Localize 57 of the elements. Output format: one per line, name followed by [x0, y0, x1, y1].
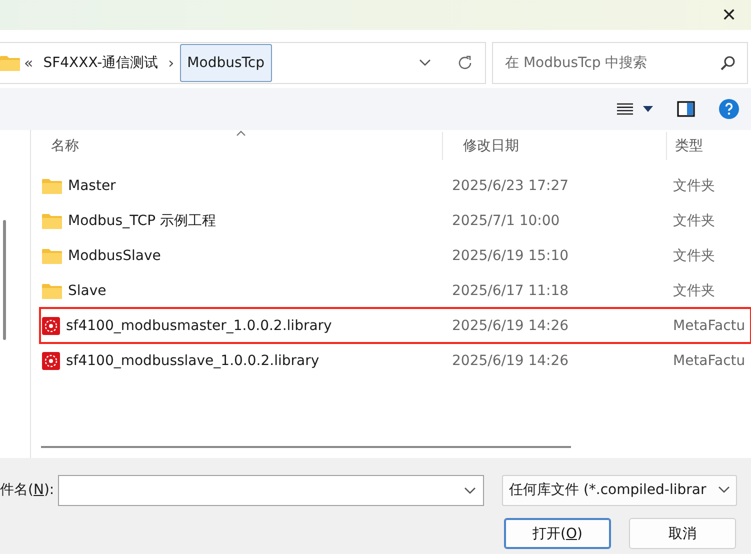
file-type: 文件夹	[673, 282, 716, 300]
file-name: Master	[68, 178, 116, 194]
dropdown-triangle-icon[interactable]	[643, 106, 653, 112]
help-icon[interactable]	[719, 99, 739, 119]
cancel-button[interactable]: 取消	[629, 518, 736, 549]
preview-pane-icon[interactable]	[677, 101, 695, 117]
column-header[interactable]: 修改日期	[443, 132, 667, 160]
file-row[interactable]: Modbus_TCP 示例工程 2025/7/1 10:00 文件夹	[40, 203, 751, 238]
file-type: 文件夹	[673, 246, 716, 264]
folder-icon	[42, 178, 62, 194]
file-row[interactable]: Master 2025/6/23 17:27 文件夹	[40, 168, 751, 203]
file-type: 文件夹	[673, 212, 716, 230]
search-icon[interactable]	[720, 55, 736, 71]
modified-date: 2025/6/19 14:26	[452, 318, 570, 334]
library-file-icon	[42, 352, 60, 370]
search-field[interactable]: 在 ModbusTcp 中搜索	[492, 42, 748, 84]
file-row[interactable]: sf4100_modbusmaster_1.0.0.2.library 2025/6/19 14:26 MetaFactu	[40, 308, 751, 343]
file-type-dropdown[interactable]: 任何库文件 (*.compiled-librar	[502, 474, 737, 506]
file-name: Modbus_TCP 示例工程	[68, 212, 216, 230]
view-list-icon[interactable]	[617, 103, 633, 115]
file-name: sf4100_modbusslave_1.0.0.2.library	[66, 352, 320, 368]
modified-date: 2025/6/19 15:10	[452, 248, 570, 264]
modified-date: 2025/6/23 17:27	[452, 178, 570, 194]
chevron-down-icon[interactable]	[718, 486, 730, 494]
scrollbar-thumb[interactable]	[3, 220, 6, 340]
close-button[interactable]: ✕	[707, 0, 751, 30]
folder-icon	[42, 212, 62, 228]
file-type: 文件夹	[673, 176, 716, 194]
refresh-icon[interactable]	[457, 55, 473, 71]
modified-date: 2025/6/19 14:26	[452, 352, 570, 368]
library-file-icon	[42, 316, 60, 334]
file-row[interactable]: ModbusSlave 2025/6/19 15:10 文件夹	[40, 238, 751, 273]
folder-icon	[42, 282, 62, 298]
folder-icon	[0, 55, 20, 71]
file-row[interactable]: sf4100_modbusslave_1.0.0.2.library 2025/6/19 14:26 MetaFactu	[40, 343, 751, 378]
file-name: ModbusSlave	[68, 248, 161, 264]
folder-icon	[42, 248, 62, 264]
breadcrumb-item[interactable]: ModbusTcp	[180, 44, 272, 82]
modified-date: 2025/6/17 11:18	[452, 282, 570, 298]
horizontal-scrollbar[interactable]	[41, 446, 571, 448]
file-type: MetaFactu	[673, 318, 746, 334]
file-name: Slave	[68, 282, 106, 298]
file-row[interactable]: Slave 2025/6/17 11:18 文件夹	[40, 273, 751, 308]
column-header[interactable]: 类型	[667, 132, 751, 160]
file-name-label: 件名(N):	[0, 481, 56, 499]
chevron-down-icon[interactable]	[464, 486, 476, 494]
column-header[interactable]: 名称	[31, 132, 443, 160]
chevron-down-icon[interactable]	[419, 59, 431, 67]
file-name-field[interactable]	[58, 474, 484, 506]
modified-date: 2025/7/1 10:00	[452, 212, 561, 228]
breadcrumb-separator[interactable]: ›	[164, 54, 178, 72]
file-name: sf4100_modbusmaster_1.0.0.2.library	[66, 318, 332, 334]
overflow-chevron[interactable]: «	[20, 54, 38, 72]
address-bar[interactable]: « SF4XXX-通信测试 › ModbusTcp	[0, 42, 486, 84]
open-button[interactable]: 打开(O)	[504, 518, 611, 549]
breadcrumb-item[interactable]: SF4XXX-通信测试	[37, 44, 164, 82]
file-type: MetaFactu	[673, 352, 746, 368]
